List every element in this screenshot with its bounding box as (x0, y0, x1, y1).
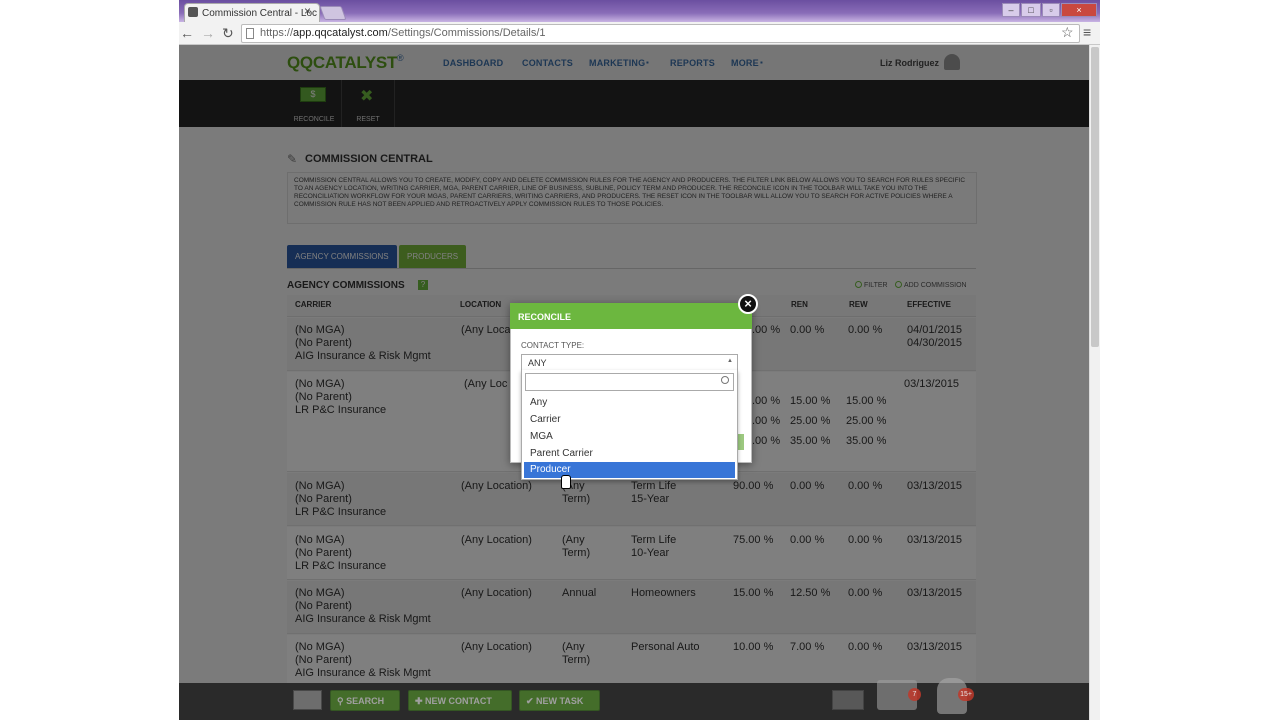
contact-type-select[interactable]: ANY (521, 354, 738, 371)
film-icon[interactable] (293, 690, 322, 710)
dropdown-search-input[interactable] (525, 373, 734, 391)
restore-button[interactable]: □ (1021, 3, 1041, 17)
favicon-icon (188, 7, 198, 17)
folder-badge: 7 (908, 688, 921, 701)
url-path: /Settings/Commissions/Details/1 (387, 27, 546, 39)
browser-tab-title: Commission Central - Loc (202, 8, 318, 19)
back-icon[interactable]: ← (180, 25, 194, 41)
url-host: app.qqcatalyst.com (293, 27, 388, 39)
arrow-icon[interactable] (832, 690, 864, 710)
chevron-up-icon: ▲ (727, 358, 733, 364)
new-tab-button[interactable] (319, 6, 347, 20)
pointer-hand-icon (561, 475, 571, 489)
desktop-right (1100, 0, 1280, 720)
url-scheme: https:// (260, 27, 294, 39)
star-icon[interactable]: ☆ (1061, 24, 1074, 41)
new-task-button[interactable]: ✔ NEW TASK (519, 690, 600, 711)
contact-type-label: CONTACT TYPE: (521, 341, 585, 350)
page-icon (246, 28, 254, 39)
scrollbar-thumb[interactable] (1091, 47, 1099, 347)
dialog-title: RECONCILE (510, 303, 752, 329)
option-any[interactable]: Any (524, 395, 735, 411)
browser-tab[interactable]: Commission Central - Loc (184, 3, 320, 22)
close-icon[interactable]: × (738, 294, 758, 314)
bell-badge: 15+ (958, 688, 974, 701)
minimize-button[interactable]: – (1002, 3, 1020, 17)
forward-icon[interactable]: → (201, 25, 215, 41)
tab-close-icon[interactable]: × (304, 4, 311, 18)
new-task-label: NEW TASK (536, 696, 584, 706)
new-contact-label: NEW CONTACT (425, 696, 492, 706)
search-label: SEARCH (346, 696, 385, 706)
new-contact-button[interactable]: ✚ NEW CONTACT (408, 690, 512, 711)
menu-icon[interactable]: ≡ (1083, 24, 1091, 40)
option-carrier[interactable]: Carrier (524, 412, 735, 428)
option-mga[interactable]: MGA (524, 429, 735, 445)
window-close-button[interactable]: × (1061, 3, 1097, 17)
url-field[interactable]: https://app.qqcatalyst.com/Settings/Comm… (241, 24, 1080, 43)
search-button[interactable]: ⚲ SEARCH (330, 690, 400, 711)
search-icon (721, 376, 729, 384)
maximize-button[interactable]: ▫ (1042, 3, 1060, 17)
option-producer[interactable]: Producer (524, 462, 735, 478)
option-parent-carrier[interactable]: Parent Carrier (524, 446, 735, 462)
desktop-left (0, 0, 179, 720)
reload-icon[interactable]: ↻ (222, 25, 234, 42)
